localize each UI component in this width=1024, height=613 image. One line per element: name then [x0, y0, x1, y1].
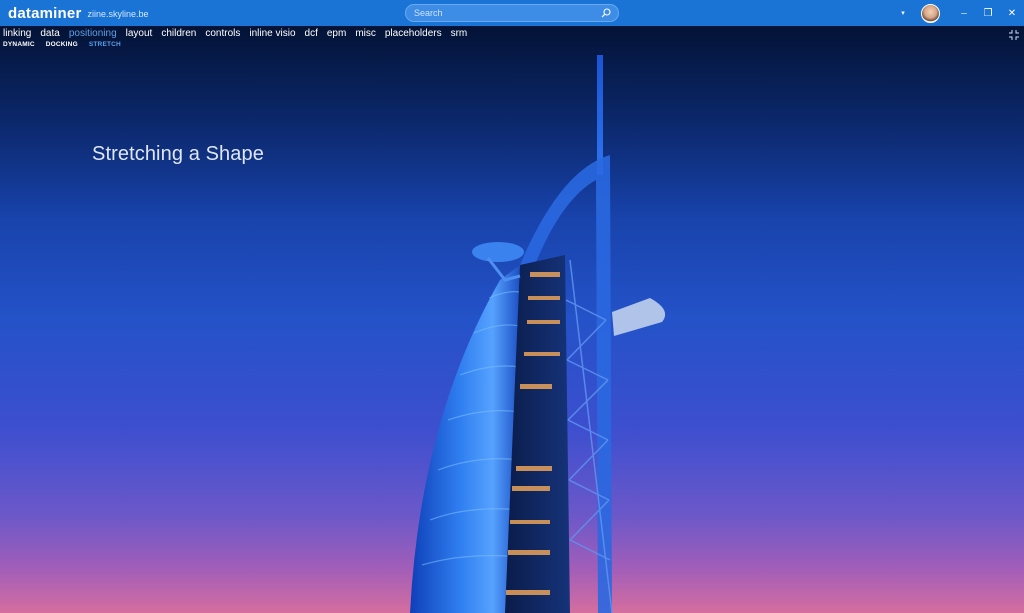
menu-item-dcf[interactable]: dcf [305, 28, 318, 39]
subtab-dynamic[interactable]: DYNAMIC [3, 41, 35, 48]
menu-item-placeholders[interactable]: placeholders [385, 28, 442, 39]
host-name: ziine.skyline.be [87, 8, 149, 19]
app-brand[interactable]: dataminer [8, 5, 82, 22]
menu-item-srm[interactable]: srm [451, 28, 468, 39]
search-icon[interactable] [598, 5, 614, 21]
menu-item-layout[interactable]: layout [126, 28, 153, 39]
collapse-icon[interactable] [1008, 28, 1020, 40]
window-controls: ▾ ─ ❐ ✕ [891, 0, 1024, 26]
sub-menu: DYNAMIC DOCKING STRETCH [0, 40, 129, 49]
subtab-docking[interactable]: DOCKING [46, 41, 78, 48]
menu-item-inline-visio[interactable]: inline visio [249, 28, 295, 39]
main-menu: linking data positioning layout children… [0, 27, 473, 39]
menu-item-positioning[interactable]: positioning [69, 28, 117, 39]
user-avatar[interactable] [921, 3, 940, 23]
menu-item-data[interactable]: data [40, 28, 59, 39]
menu-item-children[interactable]: children [161, 28, 196, 39]
menu-item-controls[interactable]: controls [205, 28, 240, 39]
title-bar: dataminer ziine.skyline.be ▾ ─ ❐ ✕ [0, 0, 1024, 26]
background-photo [410, 55, 666, 613]
menu-item-linking[interactable]: linking [3, 28, 31, 39]
helipad [472, 242, 524, 262]
page-title: Stretching a Shape [92, 143, 264, 165]
menu-item-misc[interactable]: misc [355, 28, 376, 39]
close-button[interactable]: ✕ [1000, 0, 1024, 26]
menu-item-epm[interactable]: epm [327, 28, 346, 39]
minimize-button[interactable]: ─ [952, 0, 976, 26]
user-menu-dropdown-icon[interactable]: ▾ [891, 0, 915, 26]
app-window: dataminer ziine.skyline.be ▾ ─ ❐ ✕ linki… [0, 0, 1024, 613]
spire [597, 55, 603, 175]
subtab-stretch[interactable]: STRETCH [89, 41, 121, 48]
sky-restaurant [612, 298, 666, 336]
search-input[interactable] [406, 7, 598, 19]
sail [410, 265, 520, 613]
restore-button[interactable]: ❐ [976, 0, 1000, 26]
search-box[interactable] [405, 4, 619, 22]
